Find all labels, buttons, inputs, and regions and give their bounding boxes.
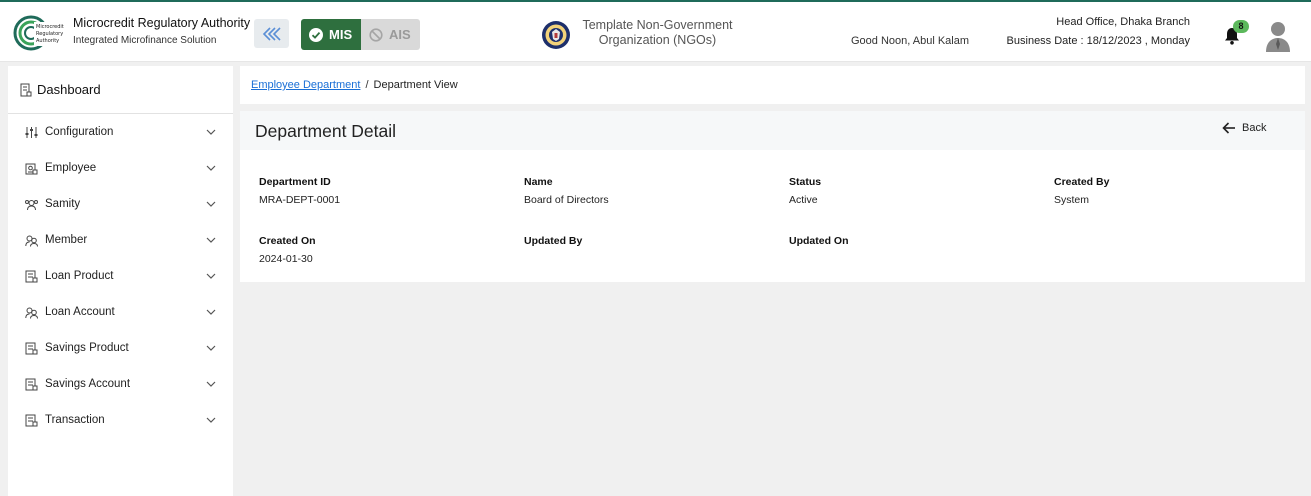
field-label: Updated By [524,235,583,247]
mra-logo[interactable]: Microcredit Regulatory Authority [12,12,66,54]
sidebar-item-label: Employee [45,162,97,174]
sidebar-item-label: Dashboard [37,82,101,97]
ban-icon [369,27,383,42]
field-updated-by: Updated By [524,235,764,253]
employee-icon [25,163,38,174]
check-circle-icon [309,27,323,42]
sidebar-item-label: Savings Product [45,342,129,354]
app-subtitle: Integrated Microfinance Solution [73,35,217,46]
sidebar-item-member[interactable]: Member [8,222,233,258]
sidebar-item-dashboard[interactable]: Dashboard [8,66,233,114]
chevron-down-icon [206,165,216,171]
svg-text:Regulatory: Regulatory [36,31,63,37]
group-icon [25,199,38,210]
sidebar-item-loan-account[interactable]: Loan Account [8,294,233,330]
breadcrumb-link-employee-department[interactable]: Employee Department [251,79,360,91]
breadcrumb-current: Department View [373,79,458,91]
sidebar-item-label: Loan Account [45,306,115,318]
sidebar-item-label: Member [45,234,88,246]
app-title: Microcredit Regulatory Authority [73,16,251,30]
field-created-on: Created On 2024-01-30 [259,235,499,265]
sidebar-item-label: Samity [45,198,81,210]
app-header: Microcredit Regulatory Authority Microcr… [0,2,1311,62]
sidebar-item-savings-product[interactable]: Savings Product [8,330,233,366]
organization-name-line2: Organization (NGOs) [598,33,717,47]
field-value: Board of Directors [524,194,609,206]
chevron-down-icon [206,129,216,135]
chevron-down-icon [206,417,216,423]
sidebar-item-loan-product[interactable]: Loan Product [8,258,233,294]
field-label: Status [789,176,822,188]
chevron-down-icon [206,201,216,207]
sidebar-item-transaction[interactable]: Transaction [8,402,233,438]
chevron-down-icon [206,309,216,315]
detail-header: Department Detail Back [240,111,1305,150]
chevron-down-icon [206,345,216,351]
business-date: Business Date : 18/12/2023 , Monday [1006,35,1190,47]
breadcrumb-separator: / [365,79,369,91]
module-switcher: MIS AIS [301,19,420,50]
document-icon [25,342,38,354]
svg-text:Authority: Authority [36,38,59,44]
notification-count-badge: 8 [1233,20,1249,33]
field-label: Created By [1054,176,1110,188]
sidebar-item-label: Loan Product [45,270,114,282]
members-icon [25,235,38,247]
sidebar: Dashboard Configuration Employee Samity … [8,66,233,496]
collapse-sidebar-button[interactable] [254,19,289,48]
document-icon [25,378,38,390]
sidebar-item-savings-account[interactable]: Savings Account [8,366,233,402]
chevron-down-icon [206,237,216,243]
chevron-down-icon [206,381,216,387]
double-chevron-left-icon [262,26,281,41]
user-avatar-icon[interactable] [1264,20,1292,52]
field-value: System [1054,194,1090,206]
chevron-down-icon [206,273,216,279]
organization-name: Template Non-Government Organization (NG… [580,18,735,48]
breadcrumb: Employee Department / Department View [240,66,1305,104]
field-updated-on: Updated On [789,235,1029,253]
sidebar-item-employee[interactable]: Employee [8,150,233,186]
mis-mode-button[interactable]: MIS [301,19,361,50]
svg-text:Microcredit: Microcredit [36,24,64,30]
document-icon [25,414,38,426]
field-label: Department ID [259,176,331,188]
branch-name: Head Office, Dhaka Branch [1056,16,1190,28]
field-value: 2024-01-30 [259,253,313,265]
ais-mode-button[interactable]: AIS [361,19,420,50]
field-department-id: Department ID MRA-DEPT-0001 [259,176,499,206]
field-created-by: Created By System [1054,176,1294,206]
members-icon [25,307,38,319]
ais-mode-label: AIS [389,27,411,42]
back-button[interactable]: Back [1222,122,1266,134]
field-value: MRA-DEPT-0001 [259,194,341,206]
government-seal-icon [542,21,570,49]
mis-mode-label: MIS [329,27,353,42]
arrow-left-icon [1222,122,1235,134]
document-icon [25,270,38,282]
sidebar-item-configuration[interactable]: Configuration [8,114,233,150]
field-label: Updated On [789,235,849,247]
dashboard-icon [20,83,32,96]
sliders-icon [25,126,38,138]
field-label: Created On [259,235,316,247]
field-status: Status Active [789,176,1029,206]
field-value: Active [789,194,818,206]
organization-name-line1: Template Non-Government [582,18,733,32]
user-greeting: Good Noon, Abul Kalam [851,35,970,47]
sidebar-item-samity[interactable]: Samity [8,186,233,222]
field-name: Name Board of Directors [524,176,764,206]
detail-fields: Department ID MRA-DEPT-0001 Name Board o… [240,150,1305,282]
sidebar-item-label: Transaction [45,414,105,426]
page-title: Department Detail [255,121,397,141]
field-label: Name [524,176,553,188]
sidebar-item-label: Configuration [45,126,114,138]
sidebar-item-label: Savings Account [45,378,131,390]
back-button-label: Back [1242,122,1267,134]
